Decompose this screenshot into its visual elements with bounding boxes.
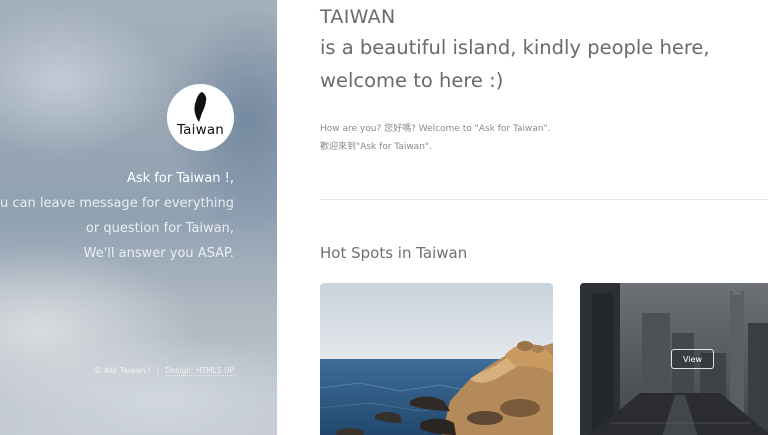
taiwan-map-icon	[194, 92, 207, 122]
page-subtitle: is a beautiful island, kindly people her…	[320, 36, 710, 92]
intro-line-2: you can leave message for everything	[0, 196, 234, 211]
page-title: TAIWAN	[320, 6, 396, 28]
hot-spot-card-city[interactable]: View	[580, 283, 768, 435]
copyright-text: © Ask Taiwan !	[94, 366, 151, 375]
headline: TAIWAN is a beautiful island, kindly peo…	[320, 3, 768, 97]
greeting-line-2: 歡迎來到"Ask for Taiwan".	[320, 142, 432, 152]
design-credit-link[interactable]: Design: HTML5 UP	[165, 366, 234, 376]
section-divider	[320, 199, 768, 200]
greeting: How are you? 您好嗎? Welcome to "Ask for Ta…	[320, 120, 750, 156]
intro-line-3: or question for Taiwan,	[85, 221, 234, 236]
footer-separator: |	[156, 366, 160, 375]
main-content: TAIWAN is a beautiful island, kindly peo…	[277, 0, 768, 435]
view-button[interactable]: View	[671, 349, 714, 369]
section-title: Hot Spots in Taiwan	[320, 244, 468, 262]
sidebar-footer: © Ask Taiwan ! | Design: HTML5 UP	[94, 366, 234, 376]
hot-spot-card-coast[interactable]	[320, 283, 553, 435]
coast-rocks-photo	[320, 283, 553, 435]
intro-line-4: We'll answer you ASAP.	[83, 246, 234, 261]
greeting-line-1: How are you? 您好嗎? Welcome to "Ask for Ta…	[320, 124, 551, 134]
intro-text: Ask for Taiwan !, you can leave message …	[0, 166, 234, 266]
avatar-label: Taiwan	[176, 122, 225, 138]
sidebar: Taiwan Ask for Taiwan !, you can leave m…	[0, 0, 277, 435]
avatar: Taiwan	[167, 84, 234, 151]
intro-line-1: Ask for Taiwan !,	[126, 171, 234, 186]
